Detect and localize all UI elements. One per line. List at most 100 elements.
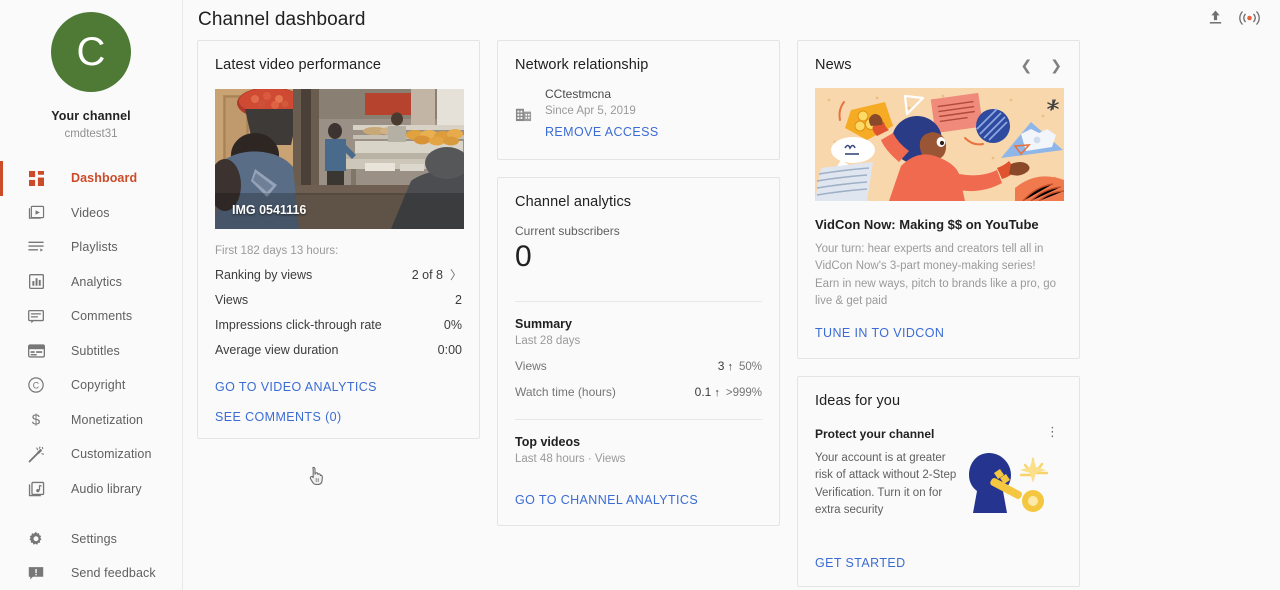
sidebar-nav: Dashboard Videos Playlists Analytics Com… [0,161,182,506]
network-since: Since Apr 5, 2019 [545,105,636,117]
sidebar-item-settings[interactable]: Settings [0,522,182,556]
sidebar-item-monetization[interactable]: $ Monetization [0,403,182,438]
sidebar-item-copyright[interactable]: C Copyright [0,368,182,403]
subscribers-label: Current subscribers [515,224,620,238]
youtube-studio-app: C Your channel cmdtest31 Dashboard Video… [0,0,1280,590]
news-illustration[interactable] [815,88,1064,201]
sidebar-item-label: Audio library [71,481,142,496]
avatar[interactable]: C [51,12,131,92]
analytics-icon [25,271,47,293]
sidebar-item-label: Analytics [71,274,122,289]
sidebar-item-comments[interactable]: Comments [0,299,182,334]
summary-period: Last 28 days [515,334,581,347]
column-left: Latest video performance IMG 0541116 Fir… [197,40,480,439]
ideas-for-you-card: Ideas for you Protect your channel ⋮ You… [797,376,1080,587]
sidebar-item-label: Subtitles [71,343,120,358]
summary-change: 50% [738,360,762,373]
sidebar-item-analytics[interactable]: Analytics [0,265,182,300]
upload-button[interactable] [1198,3,1232,37]
stat-value-group: 2 of 8 〉 [412,268,462,282]
video-thumbnail[interactable]: IMG 0541116 [215,89,464,229]
go-live-icon [1238,10,1260,31]
sidebar-item-playlists[interactable]: Playlists [0,230,182,265]
stat-label: Impressions click-through rate [215,318,382,332]
channel-analytics-card: Channel analytics Current subscribers 0 … [497,177,780,526]
upload-icon [1207,9,1224,31]
see-comments-link[interactable]: SEE COMMENTS (0) [215,410,462,424]
sidebar: C Your channel cmdtest31 Dashboard Video… [0,0,183,590]
go-to-video-analytics-link[interactable]: GO TO VIDEO ANALYTICS [215,380,462,394]
sidebar-item-label: Copyright [71,378,126,393]
stat-value: 0% [443,318,462,332]
kebab-menu-icon[interactable]: ⋮ [1043,425,1062,438]
svg-text:$: $ [32,412,41,428]
news-header: News ❮ ❯ [815,57,1062,73]
card-title: Latest video performance [215,57,382,73]
network-relationship-card: Network relationship CCtestmcna Since Ap… [497,40,780,160]
dashboard-columns: Latest video performance IMG 0541116 Fir… [183,40,1280,590]
news-card: News ❮ ❯ VidCon Now: Making $$ on YouTub… [797,40,1080,359]
idea-description: Your account is at greater risk of attac… [815,452,957,517]
videos-icon [25,202,47,224]
remove-access-link[interactable]: REMOVE ACCESS [545,125,659,139]
stat-label: Views [215,293,249,307]
gear-icon [25,528,47,550]
chevron-right-icon[interactable]: ❯ [1050,58,1062,72]
summary-value-group: 3 ↑ 50% [718,359,762,373]
stat-row-ctr: Impressions click-through rate 0% [215,318,462,332]
topbar: Channel dashboard [183,0,1280,40]
sidebar-item-dashboard[interactable]: Dashboard [0,161,182,196]
tune-in-to-vidcon-link[interactable]: TUNE IN TO VIDCON [815,326,944,340]
sidebar-item-customization[interactable]: Customization [0,437,182,472]
sidebar-item-videos[interactable]: Videos [0,196,182,231]
sidebar-item-label: Send feedback [71,566,156,580]
sidebar-item-label: Playlists [71,240,118,255]
sidebar-item-send-feedback[interactable]: Send feedback [0,556,182,590]
stat-label: Average view duration [215,343,339,357]
network-name: CCtestmcna [545,87,612,101]
idea-body: Your account is at greater risk of attac… [815,441,1062,522]
network-body: CCtestmcna Since Apr 5, 2019 REMOVE ACCE… [515,87,762,141]
news-headline: VidCon Now: Making $$ on YouTube [815,217,1039,232]
news-illustration-image [815,88,1064,201]
comments-icon [25,305,47,327]
sidebar-bottom-nav: Settings Send feedback [0,522,182,590]
trend-up-icon: ↑ [727,360,733,373]
summary-title: Summary [515,316,572,331]
divider [515,418,762,420]
get-started-link[interactable]: GET STARTED [815,556,1062,570]
news-description: Your turn: hear experts and creators tel… [815,243,1056,307]
chevron-left-icon[interactable]: ❮ [1021,58,1033,72]
latest-video-performance-card: Latest video performance IMG 0541116 Fir… [197,40,480,439]
divider [515,300,762,302]
summary-value: 0.1 [694,384,712,399]
card-title: News [815,57,852,73]
sidebar-item-label: Customization [71,447,152,462]
channel-block: C Your channel cmdtest31 [0,0,182,140]
sidebar-item-audio-library[interactable]: Audio library [0,472,182,507]
top-videos-title: Top videos [515,434,581,449]
channel-name: Your channel [51,109,131,123]
svg-text:C: C [33,381,40,391]
network-info: CCtestmcna Since Apr 5, 2019 REMOVE ACCE… [545,87,659,141]
dollar-icon: $ [25,409,47,431]
card-title: Channel analytics [515,194,632,210]
column-right: News ❮ ❯ VidCon Now: Making $$ on YouTub… [797,40,1080,590]
news-nav: ❮ ❯ [1021,58,1062,72]
idea-subtitle: Protect your channel [815,427,935,441]
stat-row-ranking[interactable]: Ranking by views 2 of 8 〉 [215,268,462,282]
stat-row-views: Views 2 [215,293,462,307]
chevron-right-icon: 〉 [449,268,462,282]
go-to-channel-analytics-link[interactable]: GO TO CHANNEL ANALYTICS [515,493,698,507]
go-live-button[interactable] [1232,3,1266,37]
thumbnail-title-label: IMG 0541116 [232,203,307,217]
sidebar-item-subtitles[interactable]: Subtitles [0,334,182,369]
stat-label: Ranking by views [215,268,313,282]
copyright-icon: C [25,374,47,396]
dashboard-icon [25,167,47,189]
magic-wand-icon [25,443,47,465]
stat-value: 2 of 8 [411,268,443,282]
trend-up-icon: ↑ [714,386,720,399]
stat-row-avg-duration: Average view duration 0:00 [215,343,462,357]
